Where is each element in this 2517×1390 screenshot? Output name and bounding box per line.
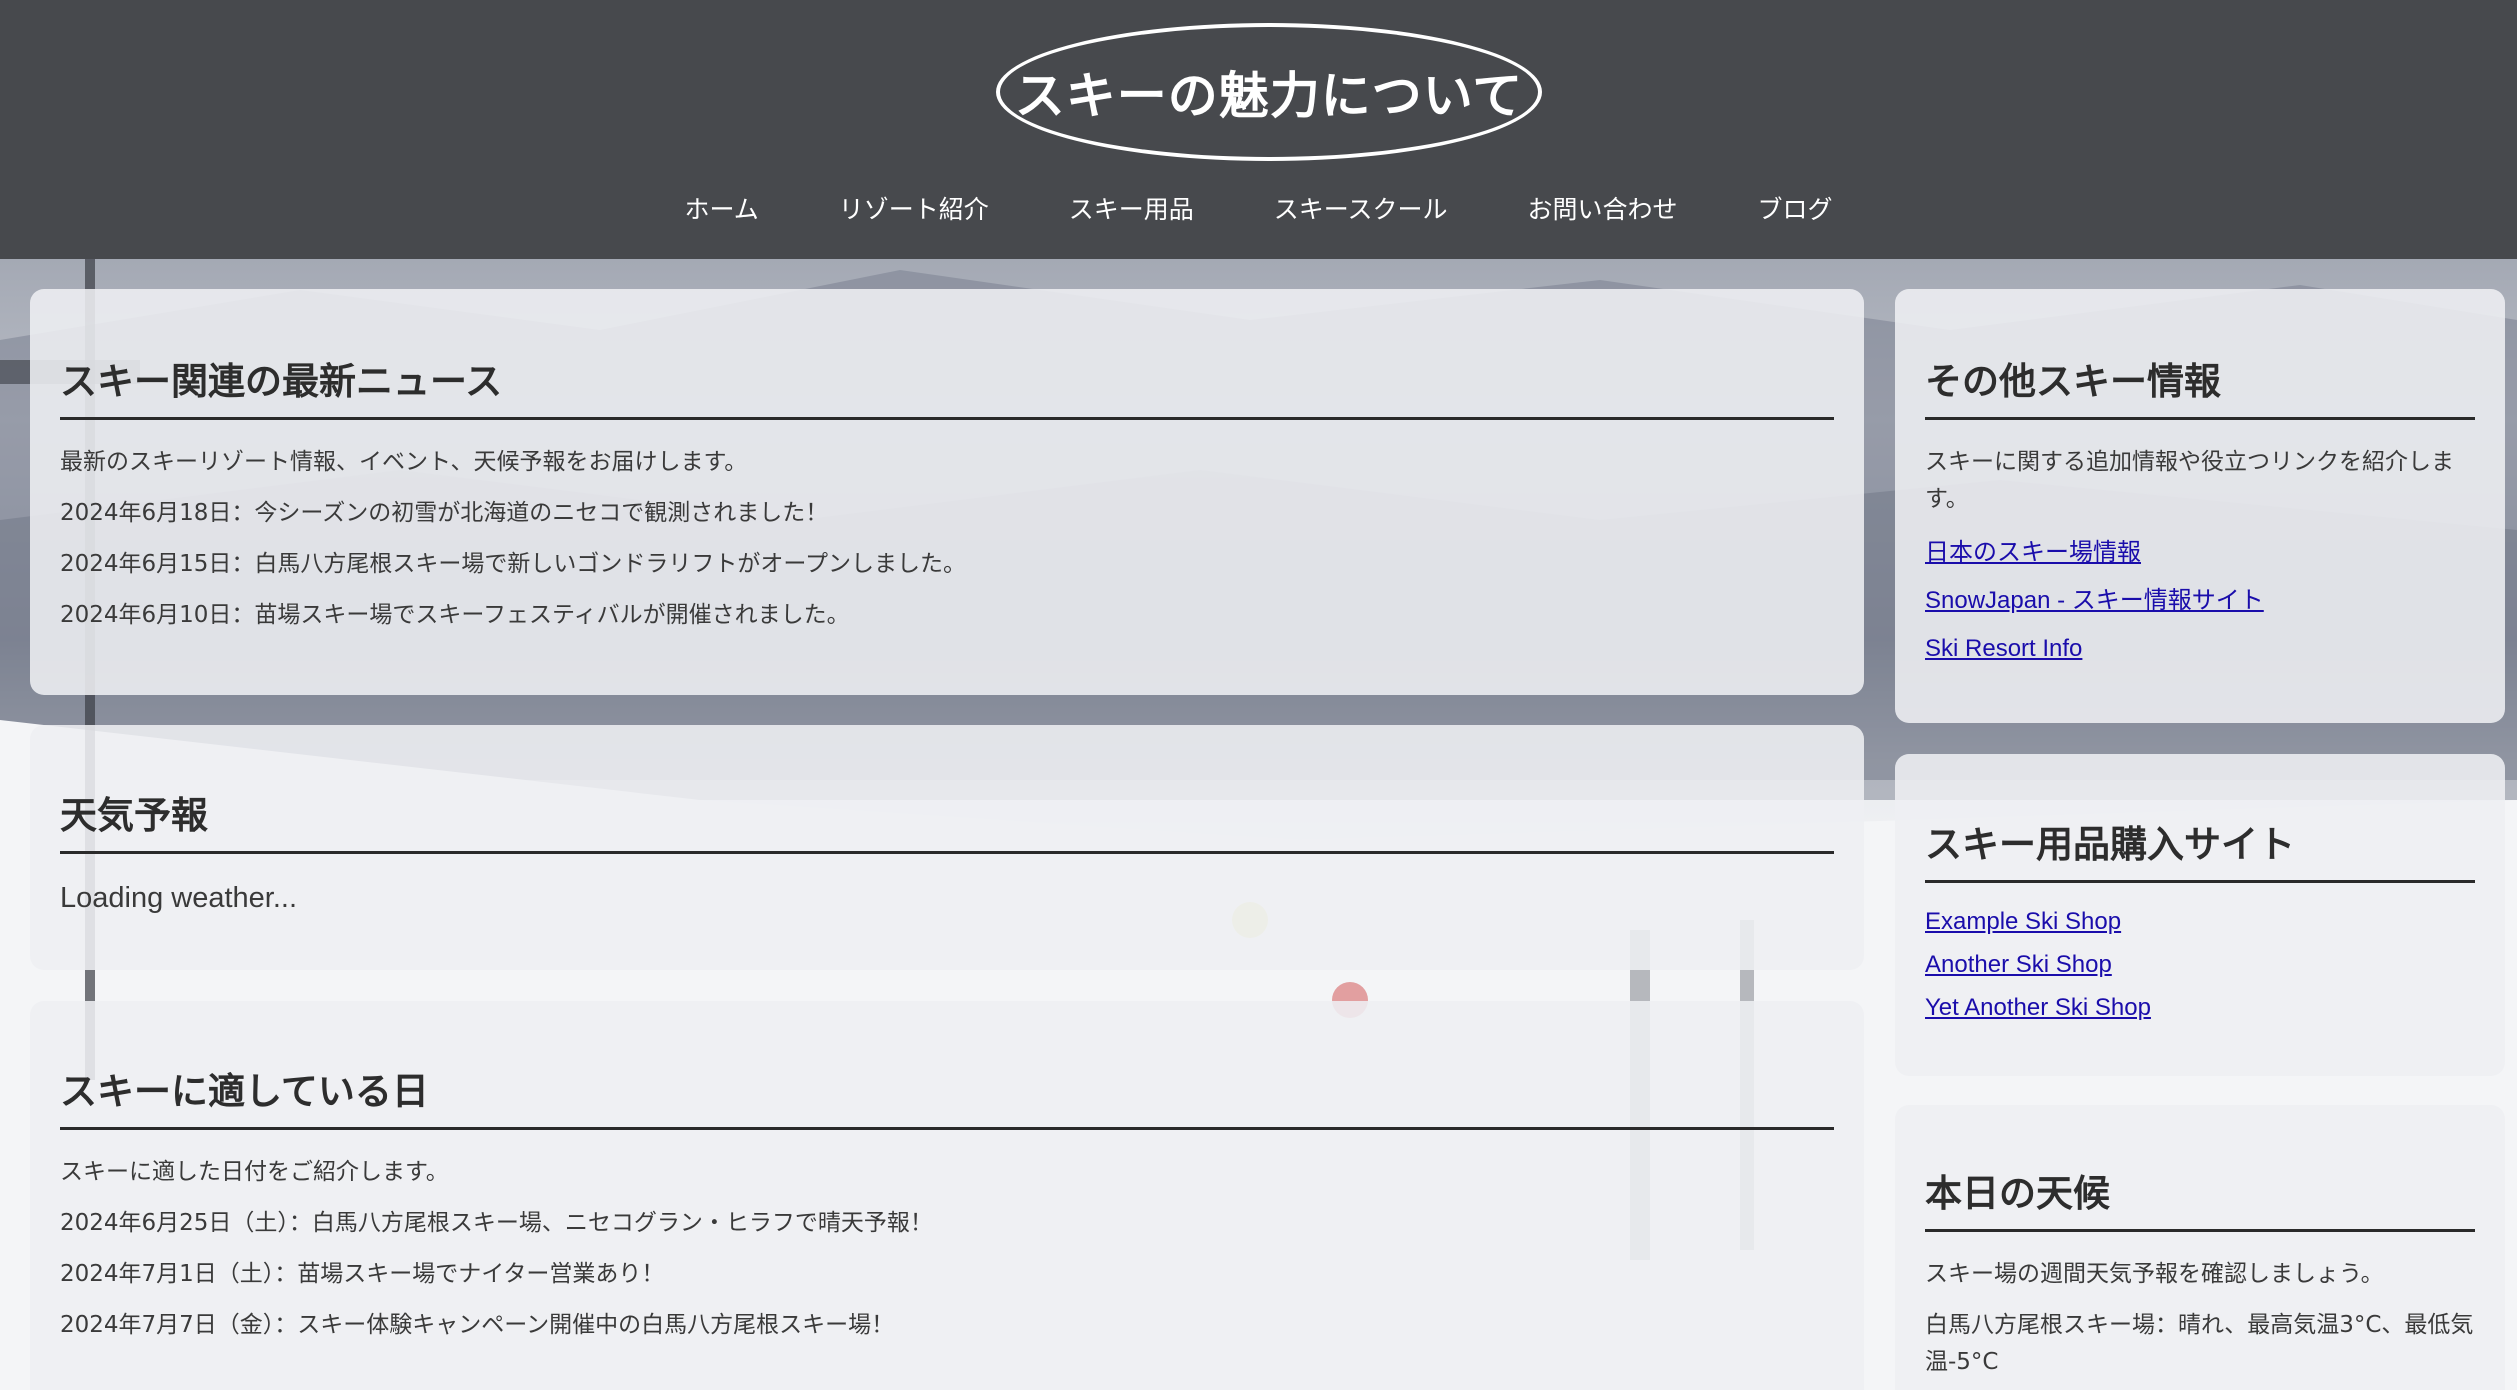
news-item: 2024年6月10日：苗場スキー場でスキーフェスティバルが開催されました。 [60,602,850,628]
news-item: 2024年6月15日：白馬八方尾根スキー場で新しいゴンドラリフトがオープンしまし… [60,551,967,577]
nav-item-equipment[interactable]: スキー用品 [1029,186,1234,234]
ski-shops-panel: スキー用品購入サイト Example Ski Shop Another Ski … [1895,754,2505,1076]
main-nav: ホーム リゾート紹介 スキー用品 スキースクール お問い合わせ ブログ [0,186,2517,234]
link-yet-another-ski-shop[interactable]: Yet Another Ski Shop [1925,991,2475,1025]
link-another-ski-shop[interactable]: Another Ski Shop [1925,948,2475,982]
news-intro: 最新のスキーリゾート情報、イベント、天候予報をお届けします。 [60,449,748,475]
ski-shops-links: Example Ski Shop Another Ski Shop Yet An… [1925,905,2475,1025]
weather-status: Loading weather... [60,882,298,914]
today-weather-panel: 本日の天候 スキー場の週間天気予報を確認しましょう。 白馬八方尾根スキー場：晴れ… [1895,1105,2505,1390]
link-example-ski-shop[interactable]: Example Ski Shop [1925,905,2475,939]
news-heading: スキー関連の最新ニュース [60,351,1834,420]
weather-heading: 天気予報 [60,785,1834,854]
today-weather-heading: 本日の天候 [1925,1163,2475,1232]
nav-item-contact[interactable]: お問い合わせ [1488,186,1718,234]
nav-item-blog[interactable]: ブログ [1718,186,1873,234]
other-info-heading: その他スキー情報 [1925,351,2475,420]
good-days-heading: スキーに適している日 [60,1061,1834,1130]
today-weather-intro: スキー場の週間天気予報を確認しましょう。 [1925,1261,2384,1287]
other-info-intro: スキーに関する追加情報や役立つリンクを紹介します。 [1925,449,2454,512]
other-info-panel: その他スキー情報 スキーに関する追加情報や役立つリンクを紹介します。 日本のスキ… [1895,289,2505,723]
good-day-item: 2024年6月25日（土）：白馬八方尾根スキー場、ニセコグラン・ヒラフで晴天予報… [60,1210,933,1236]
good-day-item: 2024年7月7日（金）：スキー体験キャンペーン開催中の白馬八方尾根スキー場！ [60,1312,895,1338]
nav-item-home[interactable]: ホーム [644,186,798,234]
good-days-intro: スキーに適した日付をご紹介します。 [60,1159,449,1185]
good-day-item: 2024年7月1日（土）：苗場スキー場でナイター営業あり！ [60,1261,665,1287]
site-title-oval: スキーの魅力について [996,23,1542,161]
ski-shops-heading: スキー用品購入サイト [1925,814,2475,883]
site-header: スキーの魅力について ホーム リゾート紹介 スキー用品 スキースクール お問い合… [0,0,2517,259]
link-snowjapan[interactable]: SnowJapan - スキー情報サイト [1925,584,2475,618]
news-item: 2024年6月18日：今シーズンの初雪が北海道のニセコで観測されました！ [60,500,829,526]
today-weather-item: 白馬八方尾根スキー場：晴れ、最高気温3°C、最低気温-5°C [1925,1312,2474,1375]
good-days-panel: スキーに適している日 スキーに適した日付をご紹介します。 2024年6月25日（… [30,1001,1864,1390]
link-ski-resort-info[interactable]: Ski Resort Info [1925,632,2475,666]
link-japan-ski-resorts[interactable]: 日本のスキー場情報 [1925,536,2475,570]
weather-panel: 天気予報 Loading weather... [30,725,1864,970]
site-title[interactable]: スキーの魅力について [1015,56,1524,128]
nav-item-resorts[interactable]: リゾート紹介 [799,186,1029,234]
nav-item-school[interactable]: スキースクール [1234,186,1488,234]
news-panel: スキー関連の最新ニュース 最新のスキーリゾート情報、イベント、天候予報をお届けし… [30,289,1864,695]
